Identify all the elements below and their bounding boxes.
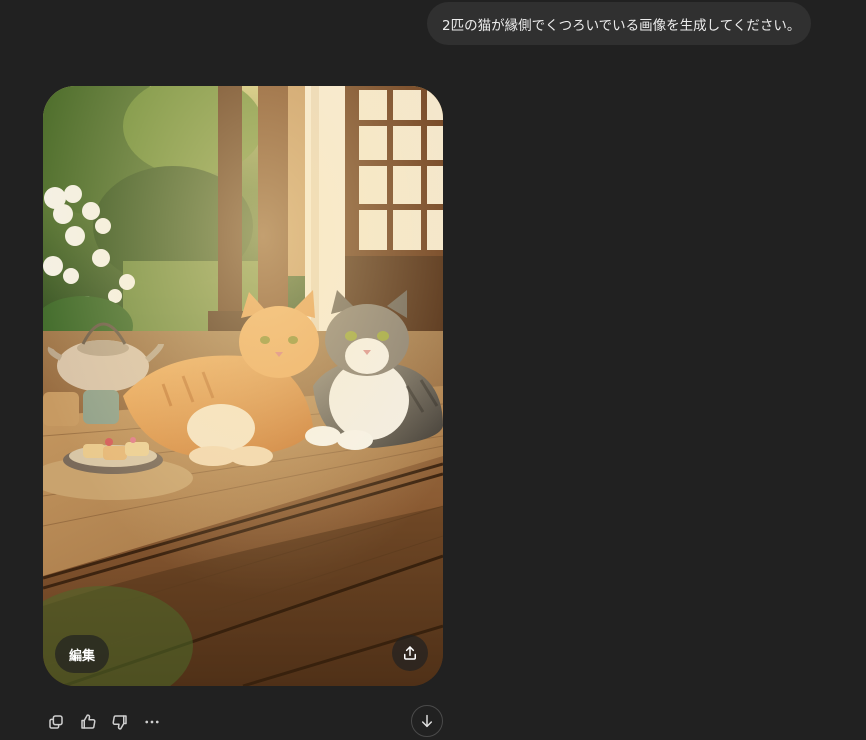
- generated-image[interactable]: 編集: [43, 86, 443, 686]
- user-message-bubble: 2匹の猫が縁側でくつろいでいる画像を生成してください。: [427, 2, 811, 45]
- share-image-button[interactable]: [392, 635, 428, 671]
- chat-view: 2匹の猫が縁側でくつろいでいる画像を生成してください。 編集: [0, 0, 866, 740]
- share-upload-icon: [404, 646, 416, 660]
- thumbs-down-icon: [112, 715, 127, 730]
- thumbs-down-button[interactable]: [104, 706, 136, 738]
- scroll-to-bottom-button[interactable]: [411, 705, 443, 737]
- arrow-down-icon: [421, 714, 433, 728]
- edit-button-label: 編集: [68, 648, 95, 664]
- edit-image-button[interactable]: 編集: [55, 635, 109, 673]
- generated-image-artwork: [43, 86, 443, 686]
- message-action-bar: [40, 706, 168, 738]
- more-options-button[interactable]: [136, 706, 168, 738]
- copy-icon: [49, 715, 63, 729]
- copy-button[interactable]: [40, 706, 72, 738]
- thumbs-up-icon: [81, 714, 96, 729]
- more-options-icon: [145, 720, 159, 724]
- thumbs-up-button[interactable]: [72, 706, 104, 738]
- user-message-text: 2匹の猫が縁側でくつろいでいる画像を生成してください。: [442, 17, 801, 34]
